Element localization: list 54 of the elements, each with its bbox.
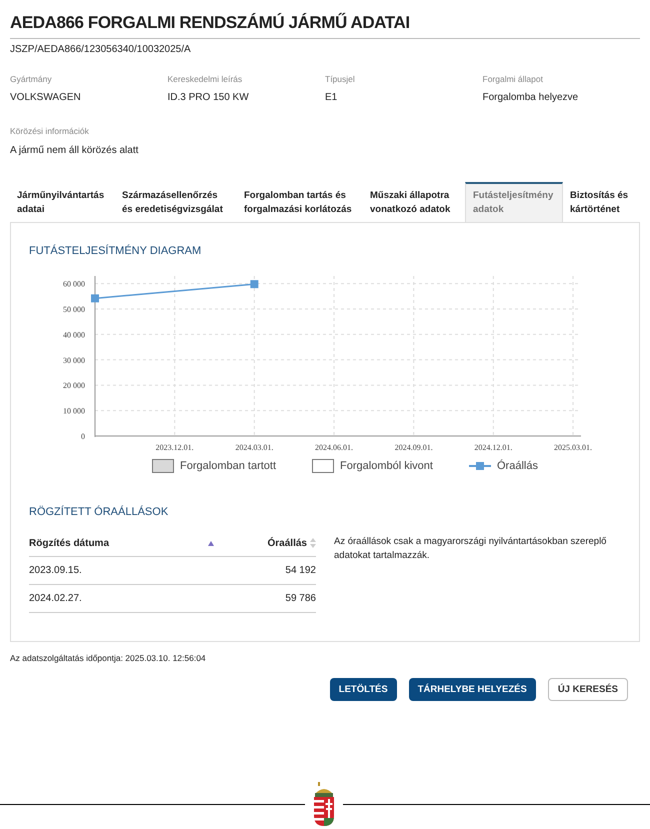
- data-point: [91, 294, 99, 302]
- field-value: Forgalomba helyezve: [482, 91, 580, 106]
- y-tick-label: 0: [81, 432, 85, 440]
- sort-ascending-icon: [208, 540, 214, 546]
- column-header[interactable]: Óraállás: [218, 530, 316, 556]
- field-label: Forgalmi állapot: [482, 72, 544, 86]
- legend-swatch: [312, 458, 334, 473]
- note-text: Az óraállások csak a magyarországi nyilvántartásokban szereplő adatokat tartalmazzák.: [334, 534, 608, 562]
- field-label: Körözési információk: [10, 125, 90, 138]
- section-heading: RÖGZÍTETT ÓRAÁLLÁSOK: [29, 504, 170, 520]
- page-title: AEDA866 FORGALMI RENDSZÁMÚ JÁRMŰ ADATAI: [10, 10, 640, 38]
- sort-icon: [310, 538, 316, 548]
- tab[interactable]: Származásellenőrzés és eredetiségvizsgálat: [115, 182, 237, 222]
- tab[interactable]: Biztosítás és kártörténet: [563, 182, 640, 222]
- field-value: VOLKSWAGEN: [10, 91, 82, 106]
- field-value: E1: [325, 91, 338, 106]
- section-heading: FUTÁSTELJESÍTMÉNY DIAGRAM: [29, 244, 202, 259]
- action-button[interactable]: ÚJ KERESÉS: [548, 678, 628, 702]
- x-tick-label: 2025.03.01.: [554, 442, 592, 452]
- table-cell: 54 192: [218, 556, 316, 584]
- tab[interactable]: Futásteljesítmény adatok: [465, 182, 563, 222]
- table-cell: 2024.02.27.: [29, 584, 218, 612]
- y-tick-label: 40 000: [63, 330, 85, 339]
- field-label: Típusjel: [325, 72, 356, 86]
- y-tick-label: 60 000: [63, 279, 85, 288]
- table-cell: 59 786: [218, 584, 316, 612]
- action-button[interactable]: LETÖLTÉS: [330, 678, 397, 702]
- field-value: A jármű nem áll körözés alatt: [10, 144, 140, 158]
- x-tick-label: 2024.09.01.: [394, 442, 433, 452]
- x-tick-label: 2024.06.01.: [315, 442, 354, 452]
- data-point: [250, 280, 258, 288]
- field-label: Kereskedelmi leírás: [168, 72, 244, 86]
- reference-number: JSZP/AEDA866/123056340/10032025/A: [10, 42, 192, 56]
- legend-label: Forgalomban tartott: [180, 458, 276, 474]
- table-cell: 2023.09.15.: [29, 556, 218, 584]
- x-tick-label: 2024.03.01.: [235, 442, 274, 452]
- y-tick-label: 10 000: [63, 406, 85, 416]
- field-label: Gyártmány: [10, 72, 53, 86]
- y-tick-label: 20 000: [63, 380, 85, 390]
- timestamp: Az adatszolgáltatás időpontja: 2025.03.10. 12:56:04: [10, 652, 207, 664]
- y-tick-label: 50 000: [63, 304, 85, 314]
- y-tick-label: 30 000: [63, 355, 85, 364]
- column-header[interactable]: Rögzítés dátuma: [29, 530, 218, 556]
- action-button[interactable]: TÁRHELYBE HELYEZÉS: [408, 678, 536, 702]
- tab[interactable]: Járműnyilvántartás adatai: [10, 182, 115, 222]
- legend-label: Óraállás: [496, 458, 538, 474]
- line-legend-icon: [468, 462, 491, 470]
- tab[interactable]: Műszaki állapotra vonatkozó adatok: [363, 182, 465, 222]
- legend-swatch: [152, 458, 174, 473]
- legend-label: Forgalomból kivont: [340, 458, 433, 474]
- x-tick-label: 2024.12.01.: [474, 442, 512, 452]
- field-value: ID.3 PRO 150 KW: [168, 91, 250, 106]
- x-tick-label: 2023.12.01.: [156, 442, 194, 452]
- tab[interactable]: Forgalomban tartás és forgalmazási korlátozás: [237, 182, 363, 222]
